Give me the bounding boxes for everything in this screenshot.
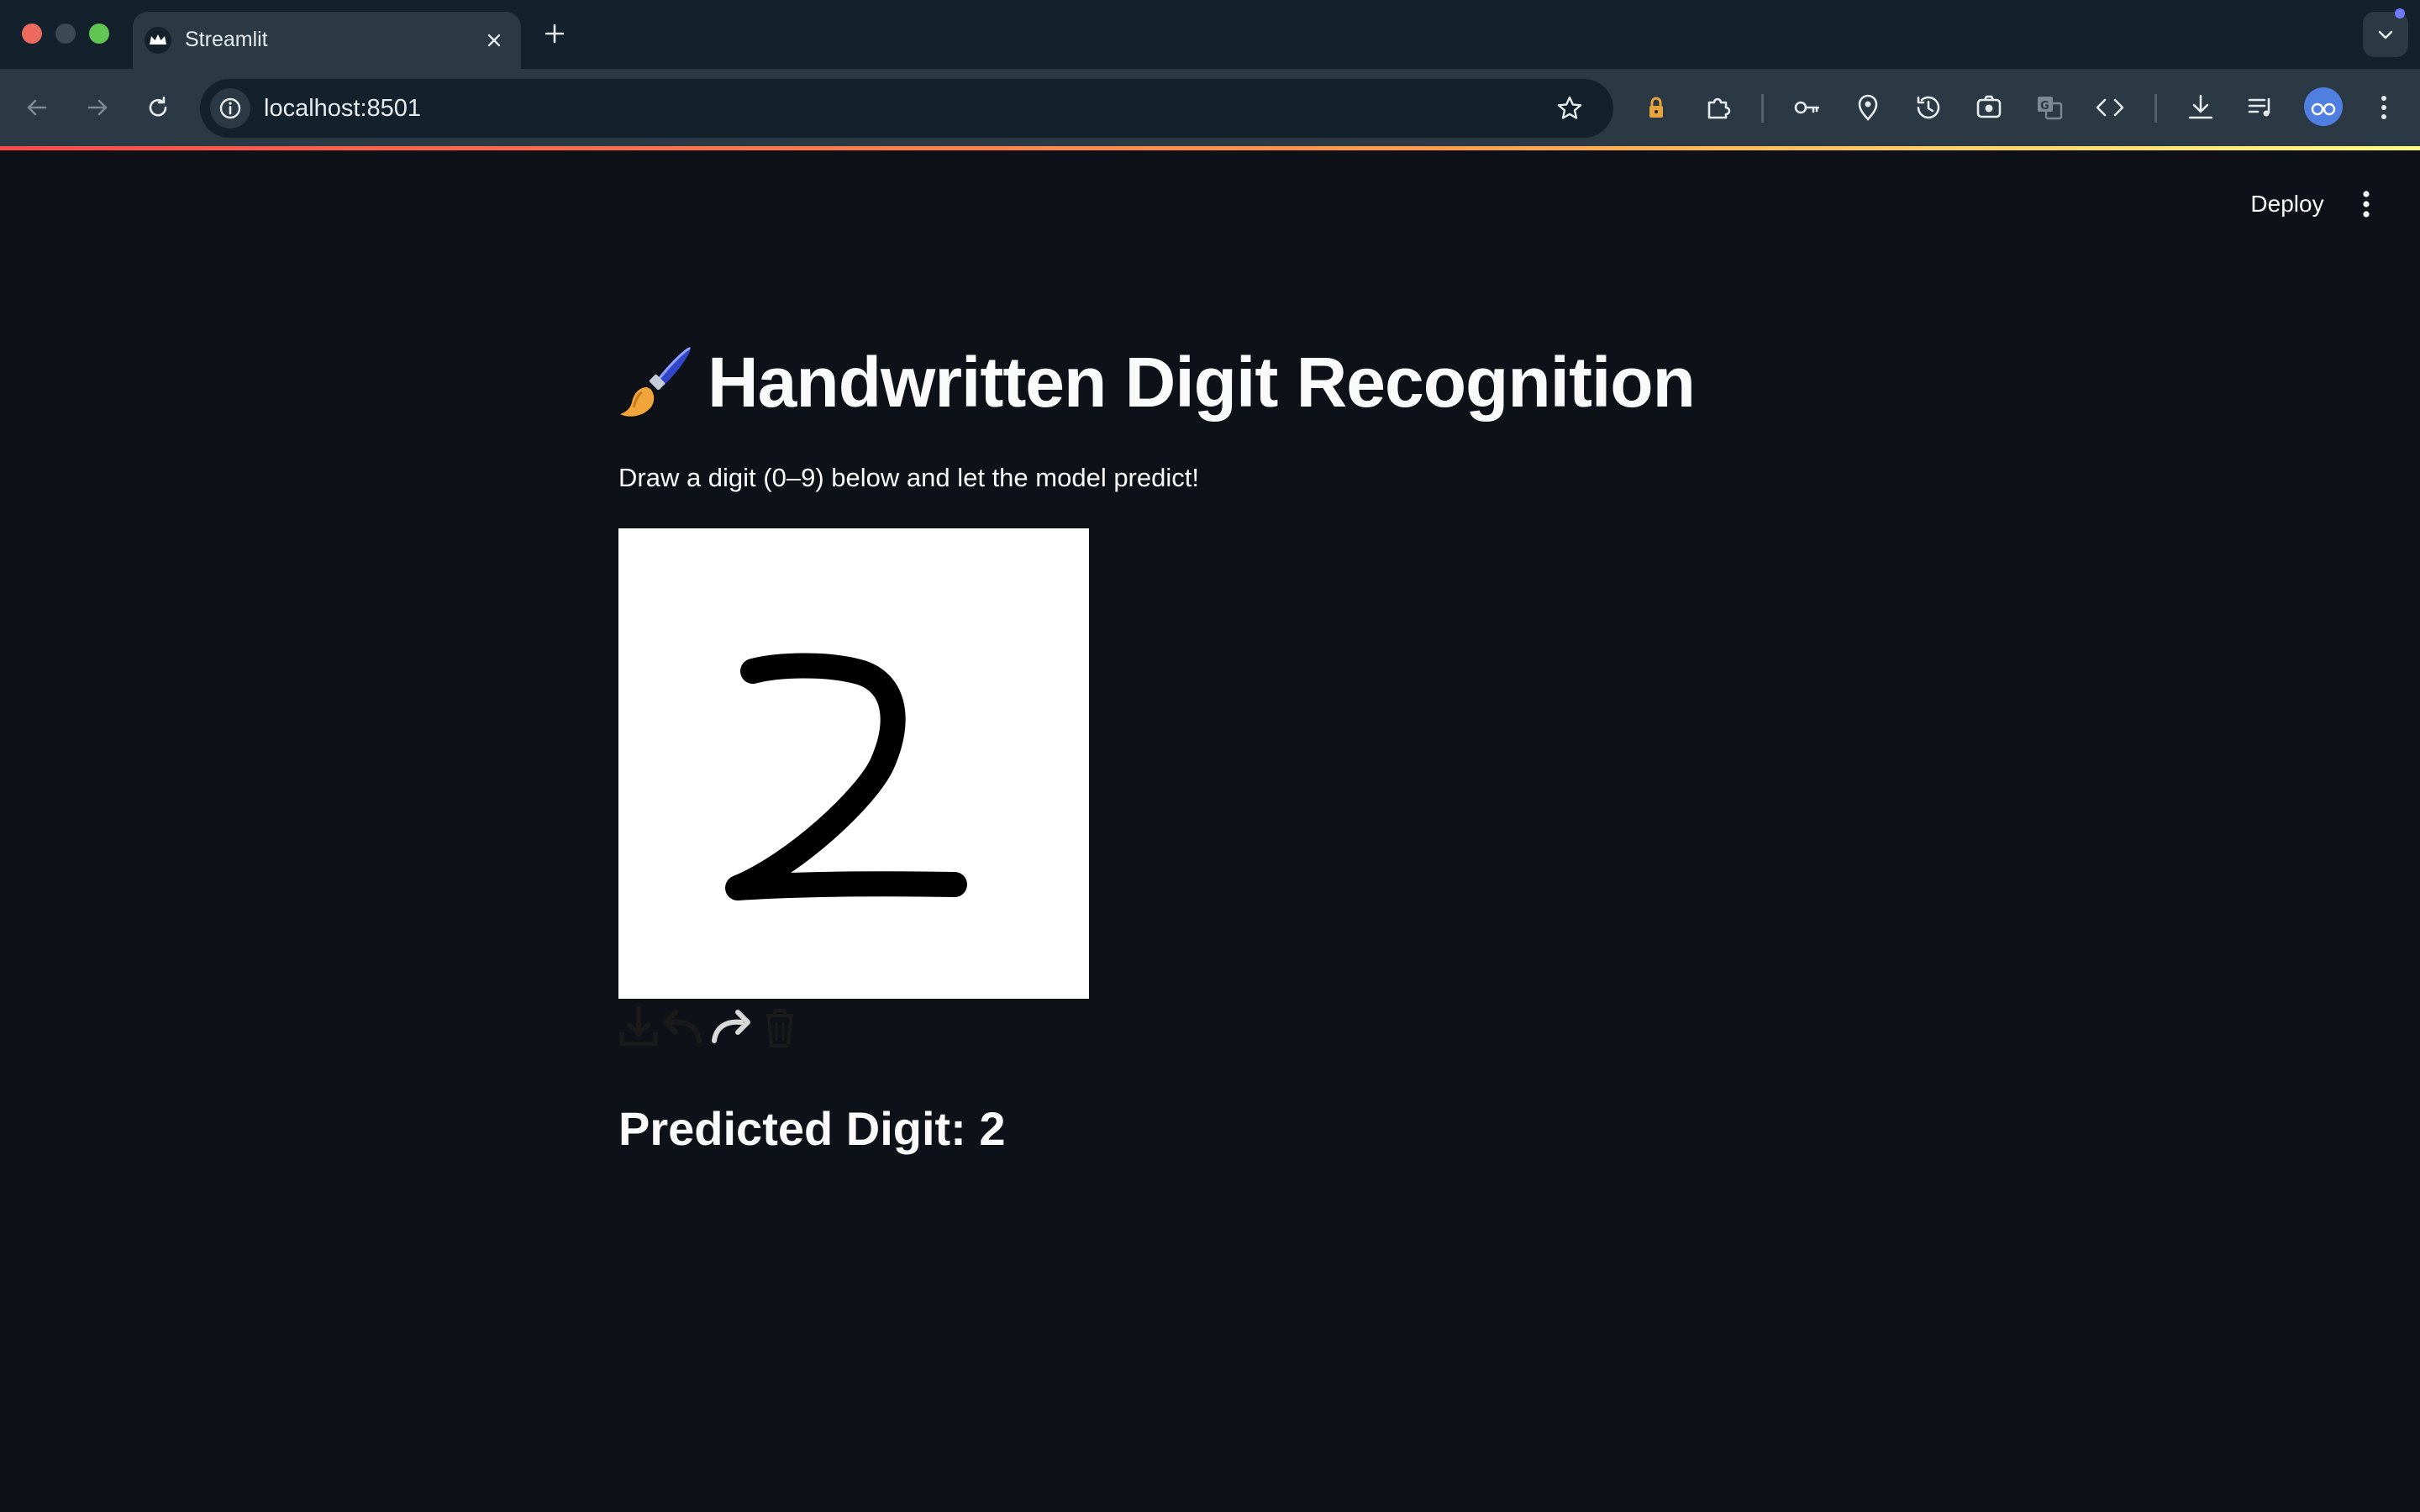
minimize-window-button[interactable] bbox=[55, 24, 76, 44]
download-icon[interactable] bbox=[617, 1004, 660, 1051]
close-tab-icon[interactable] bbox=[482, 29, 506, 52]
profile-avatar[interactable] bbox=[2304, 87, 2343, 126]
drawing-canvas[interactable] bbox=[618, 528, 1089, 999]
lock-extension-icon[interactable] bbox=[1637, 88, 1676, 127]
instructions-text: Draw a digit (0–9) below and let the mod… bbox=[618, 463, 1199, 492]
site-info-button[interactable] bbox=[210, 88, 250, 129]
maximize-window-button[interactable] bbox=[89, 24, 109, 44]
prediction-result: Predicted Digit: 2 bbox=[618, 1102, 1006, 1155]
url-text: localhost:8501 bbox=[264, 95, 422, 122]
tab-search-button[interactable] bbox=[2363, 12, 2408, 57]
browser-toolbar: localhost:8501 G bbox=[0, 69, 2420, 148]
browser-tabstrip: Streamlit bbox=[0, 0, 2420, 69]
tab-title: Streamlit bbox=[185, 28, 268, 51]
bookmark-star-icon[interactable] bbox=[1555, 93, 1585, 123]
forward-icon[interactable] bbox=[81, 91, 114, 124]
back-icon[interactable] bbox=[20, 91, 54, 124]
deploy-button[interactable]: Deploy bbox=[2235, 181, 2339, 228]
browser-menu-icon[interactable] bbox=[2365, 88, 2403, 127]
notification-dot bbox=[2395, 8, 2405, 18]
svg-text:G: G bbox=[2040, 100, 2049, 113]
chevron-down-icon bbox=[2378, 30, 2393, 39]
downloads-icon[interactable] bbox=[2181, 88, 2220, 127]
undo-icon[interactable] bbox=[660, 1004, 704, 1051]
redo-icon[interactable] bbox=[709, 1004, 753, 1051]
translate-icon[interactable]: G bbox=[2030, 88, 2069, 127]
info-icon bbox=[219, 97, 241, 119]
browser-tab[interactable]: Streamlit bbox=[133, 12, 521, 69]
profile-picture-icon bbox=[2311, 102, 2336, 116]
toolbar-separator bbox=[2154, 94, 2157, 123]
code-icon[interactable] bbox=[2091, 88, 2129, 127]
close-window-button[interactable] bbox=[22, 24, 42, 44]
address-bar[interactable]: localhost:8501 bbox=[200, 79, 1613, 138]
streamlit-crown-icon bbox=[145, 27, 171, 54]
history-icon[interactable] bbox=[1909, 88, 1948, 127]
page-title: Handwritten Digit Recognition bbox=[708, 343, 1696, 422]
trash-icon[interactable] bbox=[758, 1004, 802, 1051]
main-menu-icon[interactable] bbox=[2353, 184, 2380, 224]
password-key-icon[interactable] bbox=[1788, 88, 1827, 127]
location-pin-icon[interactable] bbox=[1849, 88, 1887, 127]
drawn-digit-stroke bbox=[725, 653, 967, 900]
media-controls-icon[interactable] bbox=[2242, 88, 2281, 127]
screenshot-camera-icon[interactable] bbox=[1970, 88, 2008, 127]
toolbar-separator bbox=[1761, 94, 1764, 123]
extensions-puzzle-icon[interactable] bbox=[1699, 88, 1738, 127]
new-tab-icon[interactable] bbox=[541, 20, 568, 47]
reload-icon[interactable] bbox=[141, 91, 175, 124]
paintbrush-icon bbox=[620, 347, 691, 417]
